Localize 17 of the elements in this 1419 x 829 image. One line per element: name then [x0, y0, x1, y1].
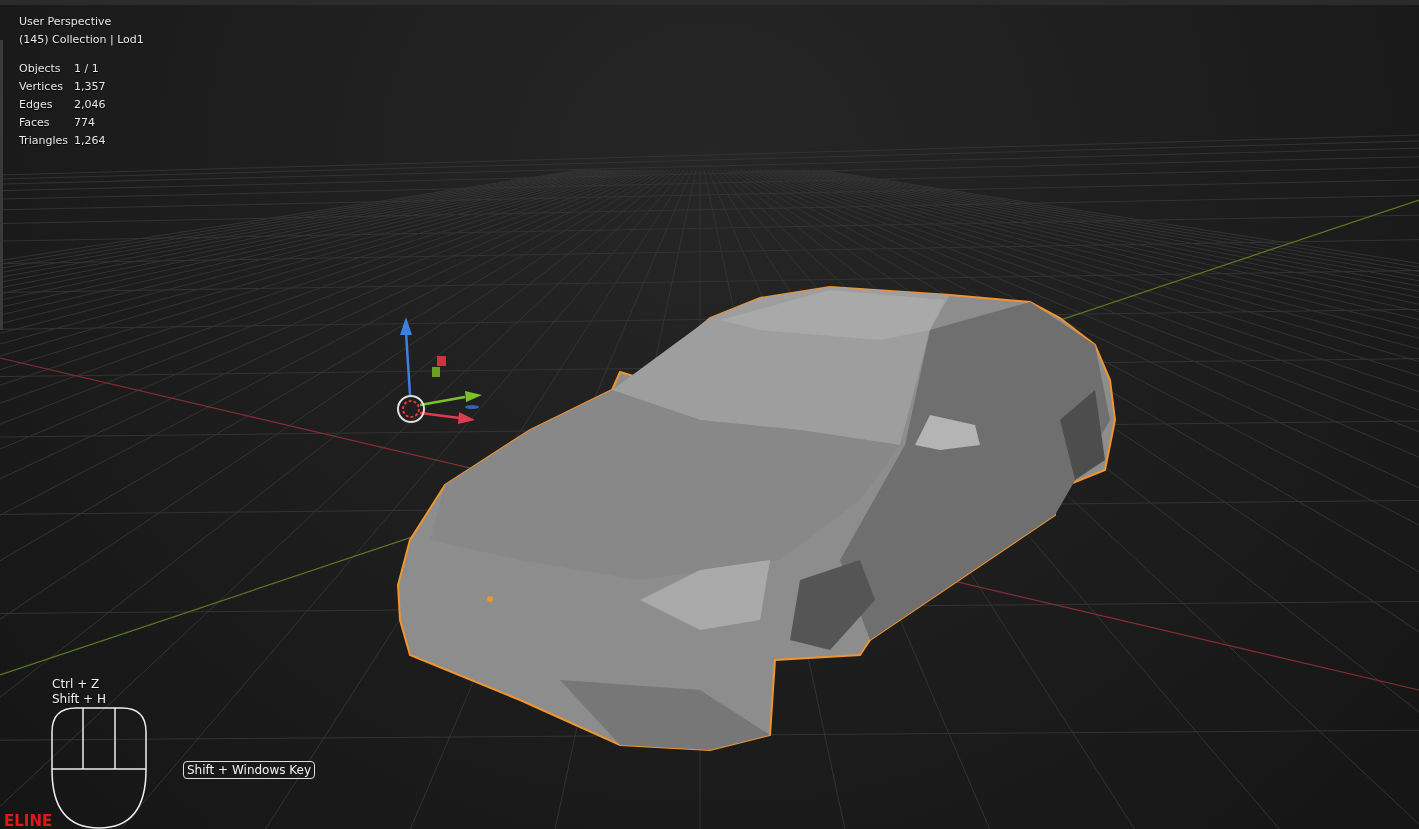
stat-label: Edges: [19, 97, 54, 112]
transform-gizmo-icon[interactable]: [397, 317, 482, 424]
stat-label: Triangles: [19, 133, 69, 148]
stat-value: 2,046: [74, 97, 107, 112]
keystroke-text: Ctrl + Z: [52, 677, 101, 692]
stat-value: 1 / 1: [74, 61, 100, 76]
keystroke-badge: Shift + Windows Key: [183, 761, 316, 779]
keystroke-text: Shift + H: [52, 692, 106, 707]
stat-value: 1,357: [74, 79, 107, 94]
stat-label: Faces: [19, 115, 51, 130]
view-name: User Perspective: [19, 14, 113, 29]
corner-text: ELINE: [4, 812, 53, 829]
collection-label: (145) Collection | Lod1: [19, 32, 144, 47]
stat-value: 774: [74, 115, 96, 130]
stat-label: Objects: [19, 61, 62, 76]
stat-label: Vertices: [19, 79, 64, 94]
stat-value: 1,264: [74, 133, 107, 148]
